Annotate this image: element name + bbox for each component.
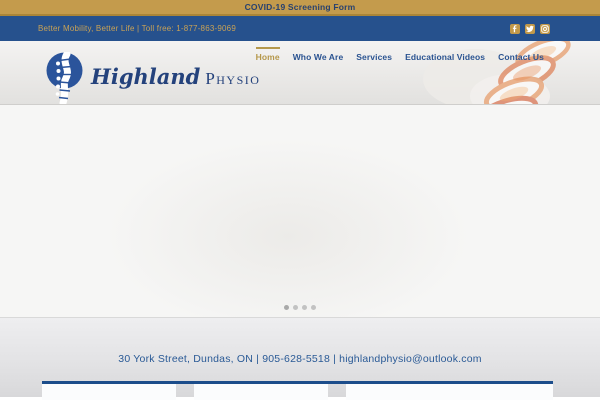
facebook-icon[interactable]	[510, 23, 520, 34]
footer-widget-box-2	[194, 384, 328, 400]
slider-dot-1[interactable]	[284, 305, 289, 310]
slider-dots	[284, 305, 316, 310]
twitter-icon[interactable]	[525, 23, 535, 34]
nav-item-educational-videos[interactable]: Educational Videos	[405, 47, 485, 62]
nav-item-who-we-are[interactable]: Who We Are	[293, 47, 344, 62]
brand-word-highland: Highland	[91, 64, 201, 89]
nav-item-contact-us[interactable]: Contact Us	[498, 47, 544, 62]
slider-dot-2[interactable]	[293, 305, 298, 310]
slider-dot-4[interactable]	[311, 305, 316, 310]
info-bar: Better Mobility, Better Life | Toll free…	[0, 16, 600, 41]
contact-info-line: 30 York Street, Dundas, ON | 905-628-551…	[118, 353, 482, 365]
spine-circle-logo-icon	[46, 52, 83, 104]
brand-name: Highland Physio	[91, 66, 260, 87]
footer-widget-box-1	[42, 384, 176, 400]
main-navigation: Home Who We Are Services Educational Vid…	[255, 47, 544, 62]
site-header: Highland Physio Home Who We Are Services…	[0, 41, 600, 105]
hero-slider	[0, 105, 600, 318]
footer-widget-row	[42, 381, 553, 400]
footer-widget-box-3	[346, 384, 553, 400]
social-links	[510, 23, 550, 34]
covid-screening-link[interactable]: COVID-19 Screening Form	[245, 2, 356, 12]
announcement-bar: COVID-19 Screening Form	[0, 0, 600, 16]
tagline-tollfree-text: Better Mobility, Better Life | Toll free…	[38, 24, 236, 33]
slider-dot-3[interactable]	[302, 305, 307, 310]
brand-logo-lockup[interactable]: Highland Physio	[46, 52, 260, 104]
instagram-icon[interactable]	[540, 23, 550, 34]
footer: 30 York Street, Dundas, ON | 905-628-551…	[0, 318, 600, 400]
brand-word-physio: Physio	[205, 69, 261, 88]
nav-item-services[interactable]: Services	[356, 47, 392, 62]
nav-item-home[interactable]: Home	[255, 47, 280, 62]
